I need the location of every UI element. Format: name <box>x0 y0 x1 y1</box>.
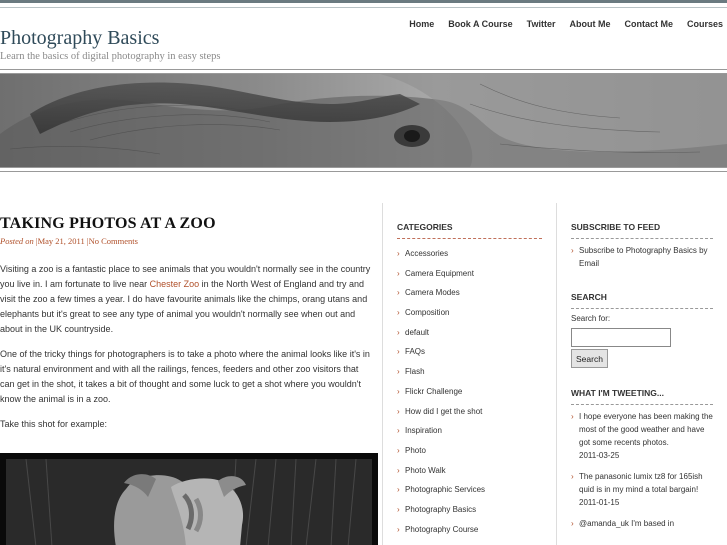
site-tagline: Learn the basics of digital photography … <box>0 51 221 62</box>
category-item[interactable]: › Photo Walk <box>397 461 542 481</box>
site-title[interactable]: Photography Basics <box>0 27 159 50</box>
categories-list: › Accessories › Camera Equipment › Camera Mod… <box>397 244 542 539</box>
tweet-date: 2011-01-15 <box>579 498 620 507</box>
chevron-right-icon: › <box>397 249 400 258</box>
category-item[interactable]: › Camera Modes <box>397 283 542 303</box>
category-item[interactable]: › Photo <box>397 441 542 461</box>
search-label: Search for: <box>571 314 611 323</box>
top-rule <box>0 0 727 8</box>
category-item[interactable]: › default <box>397 323 542 343</box>
chevron-right-icon: › <box>397 347 400 357</box>
category-label: default <box>405 327 430 337</box>
categories-widget: CATEGORIES › Accessories › Camera Equipment… <box>397 222 542 539</box>
tweet-item: › @amanda_uk I'm based in <box>571 517 713 530</box>
search-button[interactable]: Search <box>571 349 608 368</box>
category-label: Photo <box>405 445 426 455</box>
chevron-right-icon: › <box>571 246 574 255</box>
tweet-text: @amanda_uk I'm based in <box>579 519 675 528</box>
column-divider <box>382 203 383 545</box>
tweets-list: › I hope everyone has been making the mos… <box>571 410 713 530</box>
tweets-title: WHAT I'M TWEETING... <box>571 388 713 405</box>
tweet-date: 2011-03-25 <box>579 451 620 460</box>
category-label: Camera Equipment <box>405 268 474 278</box>
header-frame-bottom <box>0 167 727 172</box>
chevron-right-icon: › <box>397 288 400 298</box>
chevron-right-icon: › <box>571 519 574 528</box>
category-label: Flash <box>405 367 425 377</box>
post-title[interactable]: TAKING PHOTOS AT A ZOO <box>0 215 372 233</box>
chevron-right-icon: › <box>397 406 400 416</box>
category-label: Flickr Challenge <box>405 386 463 396</box>
post-paragraph: Take this shot for example: <box>0 419 108 429</box>
nav-contact-me[interactable]: Contact Me <box>624 19 673 29</box>
right-sidebar: SUBSCRIBE TO FEED › Subscribe to Photogr… <box>571 222 713 538</box>
category-label: Photographic Services <box>405 485 486 495</box>
chevron-right-icon: › <box>397 504 400 514</box>
category-item[interactable]: › Inspiration <box>397 421 542 441</box>
posted-on-label: Posted on <box>0 236 34 246</box>
nav-twitter[interactable]: Twitter <box>527 19 556 29</box>
category-item[interactable]: › Photography Course <box>397 520 542 540</box>
post-photo-elephants <box>0 453 378 545</box>
post-paragraph: One of the tricky things for photographe… <box>0 349 370 404</box>
subscribe-list: › Subscribe to Photography Basics by Ema… <box>571 244 713 270</box>
category-label: FAQs <box>405 347 426 357</box>
categories-title: CATEGORIES <box>397 222 542 239</box>
category-item[interactable]: › Photographic Services <box>397 480 542 500</box>
subscribe-email-link[interactable]: › Subscribe to Photography Basics by Ema… <box>571 244 713 270</box>
category-item[interactable]: › Flickr Challenge <box>397 382 542 402</box>
category-label: Accessories <box>405 249 449 258</box>
category-label: Camera Modes <box>405 288 460 298</box>
post-paragraph: Visiting a zoo is a fantastic place to s… <box>0 264 371 334</box>
chevron-right-icon: › <box>571 412 574 421</box>
chevron-right-icon: › <box>397 308 400 318</box>
chevron-right-icon: › <box>397 327 400 337</box>
category-item[interactable]: › How did I get the shot <box>397 402 542 422</box>
search-input[interactable] <box>571 328 671 347</box>
chevron-right-icon: › <box>397 386 400 396</box>
subscribe-title: SUBSCRIBE TO FEED <box>571 222 713 239</box>
tweet-text: The panasonic lumix tz8 for 165ish quid … <box>579 472 703 494</box>
search-title: SEARCH <box>571 292 713 309</box>
chevron-right-icon: › <box>397 445 400 455</box>
blog-post: TAKING PHOTOS AT A ZOO Posted on |May 21… <box>0 215 372 442</box>
category-label: Photography Course <box>405 524 479 534</box>
tweet-item: › I hope everyone has been making the mos… <box>571 410 713 462</box>
column-divider <box>556 203 557 545</box>
chevron-right-icon: › <box>397 465 400 475</box>
category-item[interactable]: › FAQs <box>397 342 542 362</box>
category-item[interactable]: › Photography Basics <box>397 500 542 520</box>
category-label: Composition <box>405 308 450 318</box>
category-label: Photo Walk <box>405 465 446 475</box>
category-item[interactable]: › Composition <box>397 303 542 323</box>
main-nav: Home Book A Course Twitter About Me Cont… <box>409 19 723 29</box>
nav-book-a-course[interactable]: Book A Course <box>448 19 512 29</box>
post-meta: Posted on |May 21, 2011 |No Comments <box>0 236 372 246</box>
category-label: How did I get the shot <box>405 406 483 416</box>
nav-home[interactable]: Home <box>409 19 434 29</box>
tweet-text: I hope everyone has been making the most… <box>579 412 713 447</box>
category-label: Photography Basics <box>405 504 477 514</box>
chevron-right-icon: › <box>397 367 400 377</box>
comments-link[interactable]: No Comments <box>89 236 138 246</box>
chevron-right-icon: › <box>397 485 400 495</box>
chevron-right-icon: › <box>397 426 400 436</box>
chester-zoo-link[interactable]: Chester Zoo <box>150 279 200 289</box>
nav-about-me[interactable]: About Me <box>569 19 610 29</box>
nav-courses[interactable]: Courses <box>687 19 723 29</box>
chevron-right-icon: › <box>397 524 400 534</box>
category-label: Inspiration <box>405 426 442 436</box>
tweet-item: › The panasonic lumix tz8 for 165ish quid… <box>571 470 713 509</box>
post-body: Visiting a zoo is a fantastic place to s… <box>0 262 372 432</box>
category-item[interactable]: › Accessories <box>397 244 542 264</box>
chevron-right-icon: › <box>571 472 574 481</box>
category-item[interactable]: › Flash <box>397 362 542 382</box>
header-image-elephant <box>0 74 727 167</box>
chevron-right-icon: › <box>397 268 400 278</box>
category-item[interactable]: › Camera Equipment <box>397 264 542 284</box>
post-date-link[interactable]: May 21, 2011 <box>38 236 85 246</box>
